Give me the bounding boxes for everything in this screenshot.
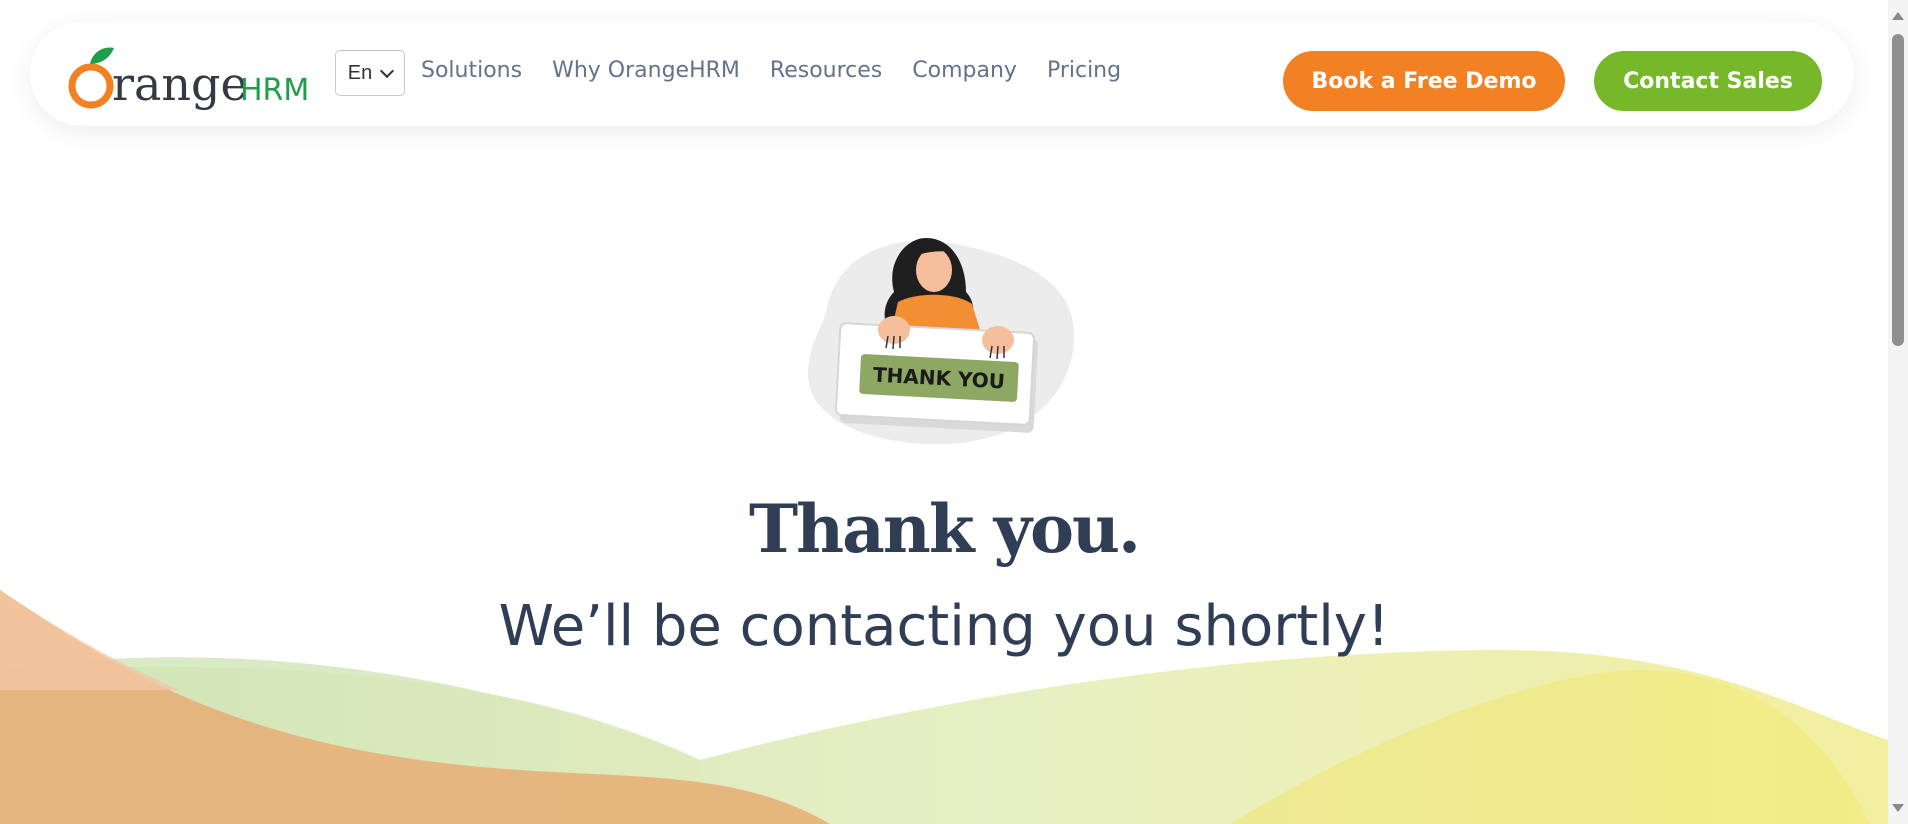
language-selected: En	[347, 61, 373, 84]
page-title: Thank you.	[749, 490, 1141, 568]
orangehrm-logo[interactable]: range HRM	[68, 42, 308, 112]
page-subtitle: We’ll be contacting you shortly!	[498, 594, 1390, 659]
nav-resources[interactable]: Resources	[770, 58, 882, 83]
scroll-up-arrow-icon[interactable]	[1892, 12, 1904, 20]
nav-why-orangehrm[interactable]: Why OrangeHRM	[552, 58, 740, 83]
chevron-down-icon	[380, 63, 395, 78]
scrollbar-thumb[interactable]	[1892, 34, 1904, 346]
vertical-scrollbar[interactable]	[1888, 0, 1908, 824]
thank-you-illustration: THANK YOU	[807, 238, 1075, 445]
contact-sales-button[interactable]: Contact Sales	[1594, 51, 1822, 111]
svg-text:HRM: HRM	[240, 73, 308, 108]
language-select[interactable]: En	[335, 50, 405, 96]
main-nav: Solutions Why OrangeHRM Resources Compan…	[421, 58, 1121, 83]
site-header: range HRM En Solutions Why OrangeHRM Res…	[30, 22, 1854, 126]
nav-pricing[interactable]: Pricing	[1047, 58, 1121, 83]
nav-solutions[interactable]: Solutions	[421, 58, 522, 83]
book-demo-button[interactable]: Book a Free Demo	[1283, 51, 1565, 111]
scroll-down-arrow-icon[interactable]	[1892, 804, 1904, 812]
nav-company[interactable]: Company	[912, 58, 1017, 83]
svg-text:range: range	[112, 57, 248, 111]
